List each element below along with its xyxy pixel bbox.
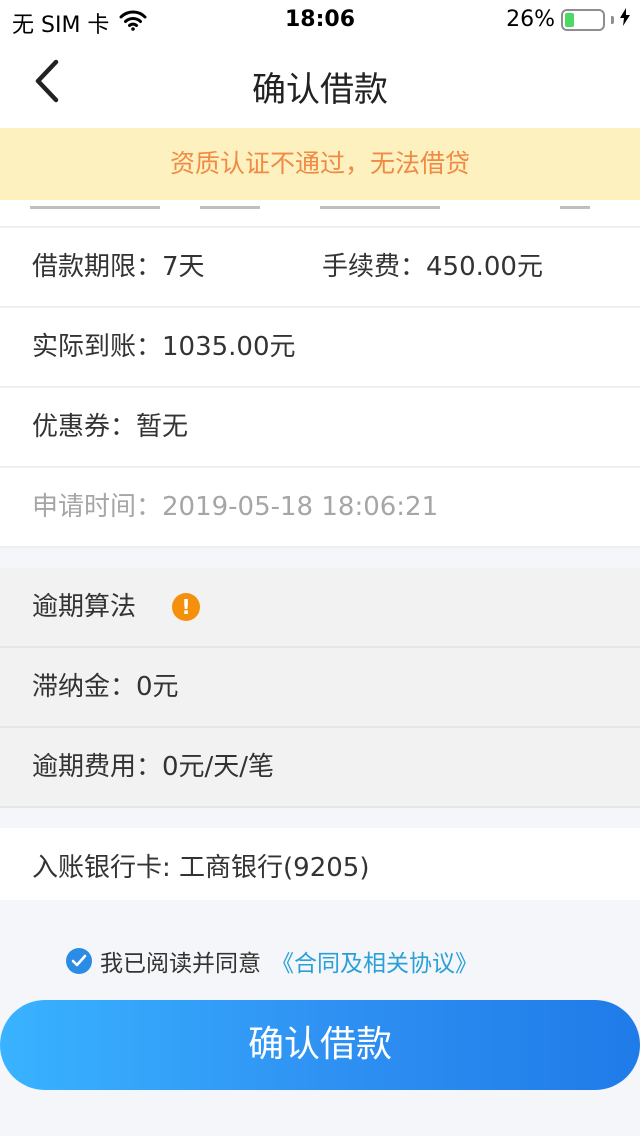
contract-link[interactable]: 《合同及相关协议》 (271, 944, 478, 978)
actual-amount-row: 实际到账：1035.00元 (0, 308, 640, 388)
late-fee-row: 滞纳金：0元 (0, 648, 640, 728)
late-fee: 滞纳金：0元 (32, 672, 179, 702)
exclamation-icon[interactable]: ! (172, 593, 200, 621)
coupon-row[interactable]: 优惠券：暂无 (0, 388, 640, 468)
apply-time: 申请时间：2019-05-18 18:06:21 (32, 492, 439, 522)
agreement-row: 我已阅读并同意 《合同及相关协议》 (66, 944, 478, 978)
battery-tip (611, 15, 614, 24)
ghost-text-1 (30, 200, 160, 209)
agreement-text: 我已阅读并同意 (100, 951, 261, 977)
apply-time-row: 申请时间：2019-05-18 18:06:21 (0, 468, 640, 548)
status-right: 26% (506, 7, 630, 32)
battery-fill (565, 12, 575, 27)
nav-bar: 确认借款 (0, 40, 640, 128)
confirm-loan-button[interactable]: 确认借款 (0, 1000, 640, 1090)
overdue-fee-row: 逾期费用：0元/天/笔 (0, 728, 640, 808)
overdue-fee: 逾期费用：0元/天/笔 (32, 752, 275, 782)
ghost-text-2 (200, 200, 260, 209)
partial-row-hidden (0, 200, 640, 228)
agreement-checkbox[interactable] (66, 948, 92, 974)
bank-card-row[interactable]: 入账银行卡: 工商银行(9205) (0, 828, 640, 900)
overdue-title-row: 逾期算法 ! (0, 568, 640, 648)
loan-term: 借款期限：7天 (32, 252, 205, 282)
page-title: 确认借款 (252, 70, 388, 110)
status-bar: 无 SIM 卡 18:06 26% (0, 0, 640, 40)
checkmark-icon (71, 954, 87, 967)
battery-percent: 26% (506, 7, 555, 32)
service-fee: 手续费：450.00元 (322, 252, 543, 282)
bank-card-label: 入账银行卡: 工商银行(9205) (32, 853, 370, 883)
actual-amount: 实际到账：1035.00元 (32, 332, 296, 362)
overdue-title: 逾期算法 (32, 592, 137, 622)
ghost-text-4 (560, 200, 590, 209)
charging-bolt-icon (620, 7, 630, 32)
coupon-value: 优惠券：暂无 (32, 412, 189, 442)
loan-term-fee-row: 借款期限：7天 手续费：450.00元 (0, 228, 640, 308)
ghost-text-3 (320, 200, 440, 209)
warning-banner: 资质认证不通过，无法借贷 (0, 128, 640, 200)
battery-icon (561, 8, 605, 31)
